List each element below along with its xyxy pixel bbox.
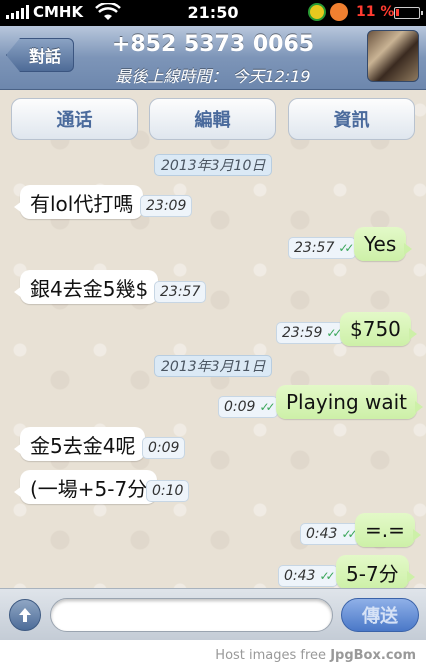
message-time: 0:09: [142, 437, 186, 459]
arrow-up-icon: [19, 608, 31, 622]
time-text: 0:43: [284, 568, 316, 584]
watermark: Host images free JpgBox.com: [0, 640, 426, 670]
outgoing-message[interactable]: =.=: [355, 513, 421, 547]
time-text: 0:09: [148, 440, 180, 456]
message-text: 銀4去金5幾$: [30, 276, 149, 301]
call-button[interactable]: 通话: [11, 98, 138, 140]
double-check-icon: ✓✓: [338, 241, 354, 255]
time-text: 23:59: [282, 325, 323, 341]
incoming-message[interactable]: 銀4去金5幾$: [13, 270, 159, 304]
contact-title: +852 5373 0065: [111, 32, 315, 57]
attach-button[interactable]: [9, 599, 41, 631]
contact-avatar[interactable]: [367, 30, 419, 82]
time-text: 0:43: [306, 526, 338, 542]
edit-button[interactable]: 編輯: [149, 98, 276, 140]
double-check-icon: ✓✓: [319, 569, 335, 583]
message-input[interactable]: [50, 598, 333, 632]
message-text: (一場+5-7分: [30, 476, 148, 501]
double-check-icon: ✓✓: [341, 527, 357, 541]
time-text: 23:57: [160, 284, 201, 300]
message-text: 金5去金4呢: [30, 433, 136, 458]
nav-bar: 對話 +852 5373 0065 最後上線時間： 今天12:19: [0, 26, 426, 90]
message-time: 23:09: [140, 195, 193, 217]
send-button[interactable]: 傳送: [341, 598, 419, 632]
double-check-icon: ✓✓: [326, 326, 342, 340]
message-time: 23:57 ✓✓: [288, 237, 357, 259]
message-time: 0:43 ✓✓: [278, 565, 338, 587]
message-time: 23:59 ✓✓: [276, 322, 345, 344]
outgoing-message[interactable]: Playing wait: [276, 385, 424, 419]
message-text: Yes: [364, 232, 397, 256]
message-time: 0:43 ✓✓: [300, 523, 360, 545]
info-button[interactable]: 資訊: [288, 98, 415, 140]
time-text: 23:09: [146, 198, 187, 214]
message-text: 有lol代打嗎: [30, 191, 134, 216]
watermark-brand: JpgBox.com: [330, 648, 416, 663]
chat-notification-icon: [330, 3, 348, 21]
battery-icon: [394, 7, 423, 19]
date-separator: 2013年3月11日: [154, 355, 273, 377]
message-text: $750: [350, 317, 401, 341]
message-time: 23:57: [154, 281, 207, 303]
watermark-text: Host images free: [215, 648, 327, 663]
input-bar: 傳送: [0, 588, 426, 640]
action-bar: 通话 編輯 資訊: [0, 98, 426, 142]
incoming-message[interactable]: 有lol代打嗎: [13, 185, 144, 219]
outgoing-message[interactable]: Yes: [354, 227, 413, 261]
double-check-icon: ✓✓: [259, 400, 275, 414]
message-time: 0:09 ✓✓: [218, 396, 278, 418]
date-separator: 2013年3月10日: [154, 154, 273, 176]
last-seen: 最後上線時間： 今天12:19: [115, 67, 311, 86]
time-text: 0:10: [152, 483, 184, 499]
message-time: 0:10: [146, 480, 190, 502]
time-text: 0:09: [224, 399, 256, 415]
time-text: 23:57: [294, 240, 335, 256]
chat-area[interactable]: 通话 編輯 資訊 2013年3月10日 有lol代打嗎 23:09 23:57 …: [0, 90, 426, 588]
battery-percent: 11 %: [356, 4, 395, 20]
outgoing-message[interactable]: $750: [340, 312, 417, 346]
outgoing-message[interactable]: 5-7分: [336, 555, 415, 588]
message-text: =.=: [365, 518, 405, 542]
incoming-message[interactable]: (一場+5-7分: [13, 470, 158, 504]
app-notification-icon: [308, 3, 326, 21]
incoming-message[interactable]: 金5去金4呢: [13, 427, 146, 461]
status-bar: CMHK 21:50 11 %: [0, 0, 426, 26]
message-text: 5-7分: [346, 561, 399, 586]
message-text: Playing wait: [286, 390, 408, 414]
